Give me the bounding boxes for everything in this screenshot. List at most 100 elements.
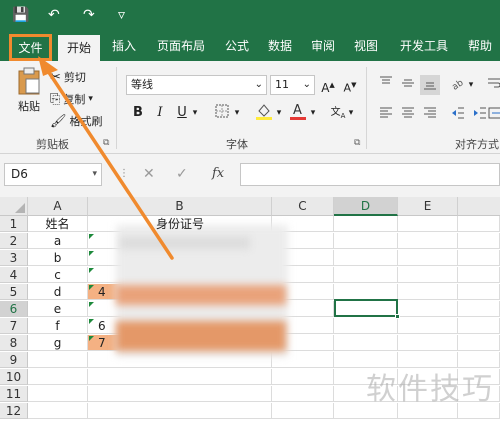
wrap-text-icon[interactable]: [484, 75, 500, 95]
decrease-indent-icon[interactable]: [448, 105, 468, 125]
grid-cell[interactable]: [398, 233, 458, 249]
format-painter-button[interactable]: 🖌 格式刷: [50, 113, 103, 129]
grid-cell[interactable]: [272, 369, 334, 385]
tab-file[interactable]: 文件: [9, 34, 52, 61]
cut-button[interactable]: ✂ 剪切: [50, 69, 86, 85]
align-center-icon[interactable]: [398, 105, 418, 125]
grid-cell[interactable]: [334, 284, 398, 300]
row-header-10[interactable]: 10: [0, 369, 28, 385]
paste-button[interactable]: 粘贴: [12, 67, 46, 114]
grid-cell[interactable]: [28, 403, 88, 419]
grid-cell[interactable]: [398, 318, 458, 334]
tab-home[interactable]: 开始: [58, 35, 100, 61]
bold-button[interactable]: B: [128, 103, 148, 123]
grid-cell[interactable]: [458, 301, 500, 317]
chevron-down-icon[interactable]: ▾: [232, 103, 242, 123]
tab-data[interactable]: 数据: [262, 32, 298, 61]
column-header-d[interactable]: D: [334, 197, 398, 216]
cancel-icon[interactable]: ✕: [143, 166, 155, 182]
column-header-b[interactable]: B: [88, 197, 272, 216]
grid-cell[interactable]: [458, 318, 500, 334]
name-box[interactable]: D6 ▾: [4, 163, 102, 186]
undo-icon[interactable]: ↶: [48, 7, 60, 23]
grid-cell[interactable]: [458, 335, 500, 351]
row-header-7[interactable]: 7: [0, 318, 28, 334]
italic-button[interactable]: I: [150, 103, 170, 123]
grid-cell[interactable]: [398, 335, 458, 351]
column-header-c[interactable]: C: [272, 197, 334, 216]
row-header-9[interactable]: 9: [0, 352, 28, 368]
grid-cell[interactable]: [88, 403, 272, 419]
grid-cell[interactable]: [398, 284, 458, 300]
chevron-down-icon[interactable]: ▾: [274, 103, 284, 123]
increase-indent-icon[interactable]: [470, 105, 490, 125]
selected-cell-d6[interactable]: [334, 299, 400, 319]
grid-cell[interactable]: [458, 284, 500, 300]
grid-cell[interactable]: [334, 318, 398, 334]
tab-view[interactable]: 视图: [348, 32, 384, 61]
grid-cell[interactable]: [334, 267, 398, 283]
tab-help[interactable]: 帮助: [462, 32, 498, 61]
grid-cell[interactable]: [458, 233, 500, 249]
grid-cell[interactable]: [398, 301, 458, 317]
chevron-down-icon[interactable]: ▾: [190, 103, 200, 123]
copy-button[interactable]: ⎘ 复制 ▾: [50, 91, 93, 107]
grid-cell[interactable]: [88, 386, 272, 402]
cell-a1[interactable]: 姓名: [28, 216, 88, 232]
borders-icon[interactable]: [212, 103, 232, 123]
grid-cell[interactable]: [458, 250, 500, 266]
row-header-2[interactable]: 2: [0, 233, 28, 249]
align-top-icon[interactable]: [376, 75, 396, 95]
grid-cell[interactable]: [28, 369, 88, 385]
more-options-icon[interactable]: ⋮: [119, 168, 129, 179]
enter-icon[interactable]: ✓: [176, 166, 188, 182]
insert-function-icon[interactable]: fx: [212, 166, 224, 181]
grid-cell[interactable]: [28, 386, 88, 402]
redo-icon[interactable]: ↷: [83, 7, 95, 23]
tab-developer[interactable]: 开发工具: [392, 32, 456, 61]
row-header-6[interactable]: 6: [0, 301, 28, 317]
tab-page-layout[interactable]: 页面布局: [149, 32, 213, 61]
cell-a4[interactable]: c: [28, 267, 88, 283]
orientation-icon[interactable]: ab: [448, 75, 468, 95]
grid-cell[interactable]: [398, 216, 458, 232]
grid-cell[interactable]: [398, 250, 458, 266]
chevron-down-icon[interactable]: ▾: [466, 75, 476, 95]
align-left-icon[interactable]: [376, 105, 396, 125]
align-middle-icon[interactable]: [398, 75, 418, 95]
font-name-combo[interactable]: 等线 ⌄: [126, 75, 267, 95]
decrease-font-icon[interactable]: A▼: [340, 75, 360, 95]
tab-formulas[interactable]: 公式: [219, 32, 255, 61]
align-bottom-icon[interactable]: [420, 75, 440, 95]
grid-cell[interactable]: [458, 267, 500, 283]
row-header-4[interactable]: 4: [0, 267, 28, 283]
row-header-8[interactable]: 8: [0, 335, 28, 351]
select-all-corner[interactable]: [0, 197, 28, 216]
dialog-launcher-icon[interactable]: ⧉: [103, 138, 109, 148]
tab-review[interactable]: 审阅: [305, 32, 341, 61]
column-header-f[interactable]: [458, 197, 500, 216]
underline-button[interactable]: U: [172, 103, 192, 123]
cell-a8[interactable]: g: [28, 335, 88, 351]
customize-toolbar-icon[interactable]: ▿: [118, 7, 125, 23]
grid-cell[interactable]: [334, 216, 398, 232]
column-header-a[interactable]: A: [28, 197, 88, 216]
cell-b1[interactable]: 身份证号: [88, 216, 272, 232]
grid-cell[interactable]: [398, 267, 458, 283]
font-size-combo[interactable]: 11 ⌄: [270, 75, 315, 95]
formula-input[interactable]: [240, 163, 500, 186]
grid-cell[interactable]: [334, 233, 398, 249]
column-header-e[interactable]: E: [398, 197, 458, 216]
chevron-down-icon[interactable]: ▾: [92, 164, 97, 185]
increase-font-icon[interactable]: A▲: [318, 75, 338, 95]
grid-cell[interactable]: [28, 352, 88, 368]
merge-center-icon[interactable]: [488, 105, 500, 125]
cell-a5[interactable]: d: [28, 284, 88, 300]
chevron-down-icon[interactable]: ▾: [308, 103, 318, 123]
phonetic-icon[interactable]: 文A: [328, 103, 348, 123]
align-right-icon[interactable]: [420, 105, 440, 125]
row-header-11[interactable]: 11: [0, 386, 28, 402]
row-header-1[interactable]: 1: [0, 216, 28, 232]
fill-handle[interactable]: [395, 314, 400, 319]
font-color-icon[interactable]: A: [288, 101, 308, 121]
